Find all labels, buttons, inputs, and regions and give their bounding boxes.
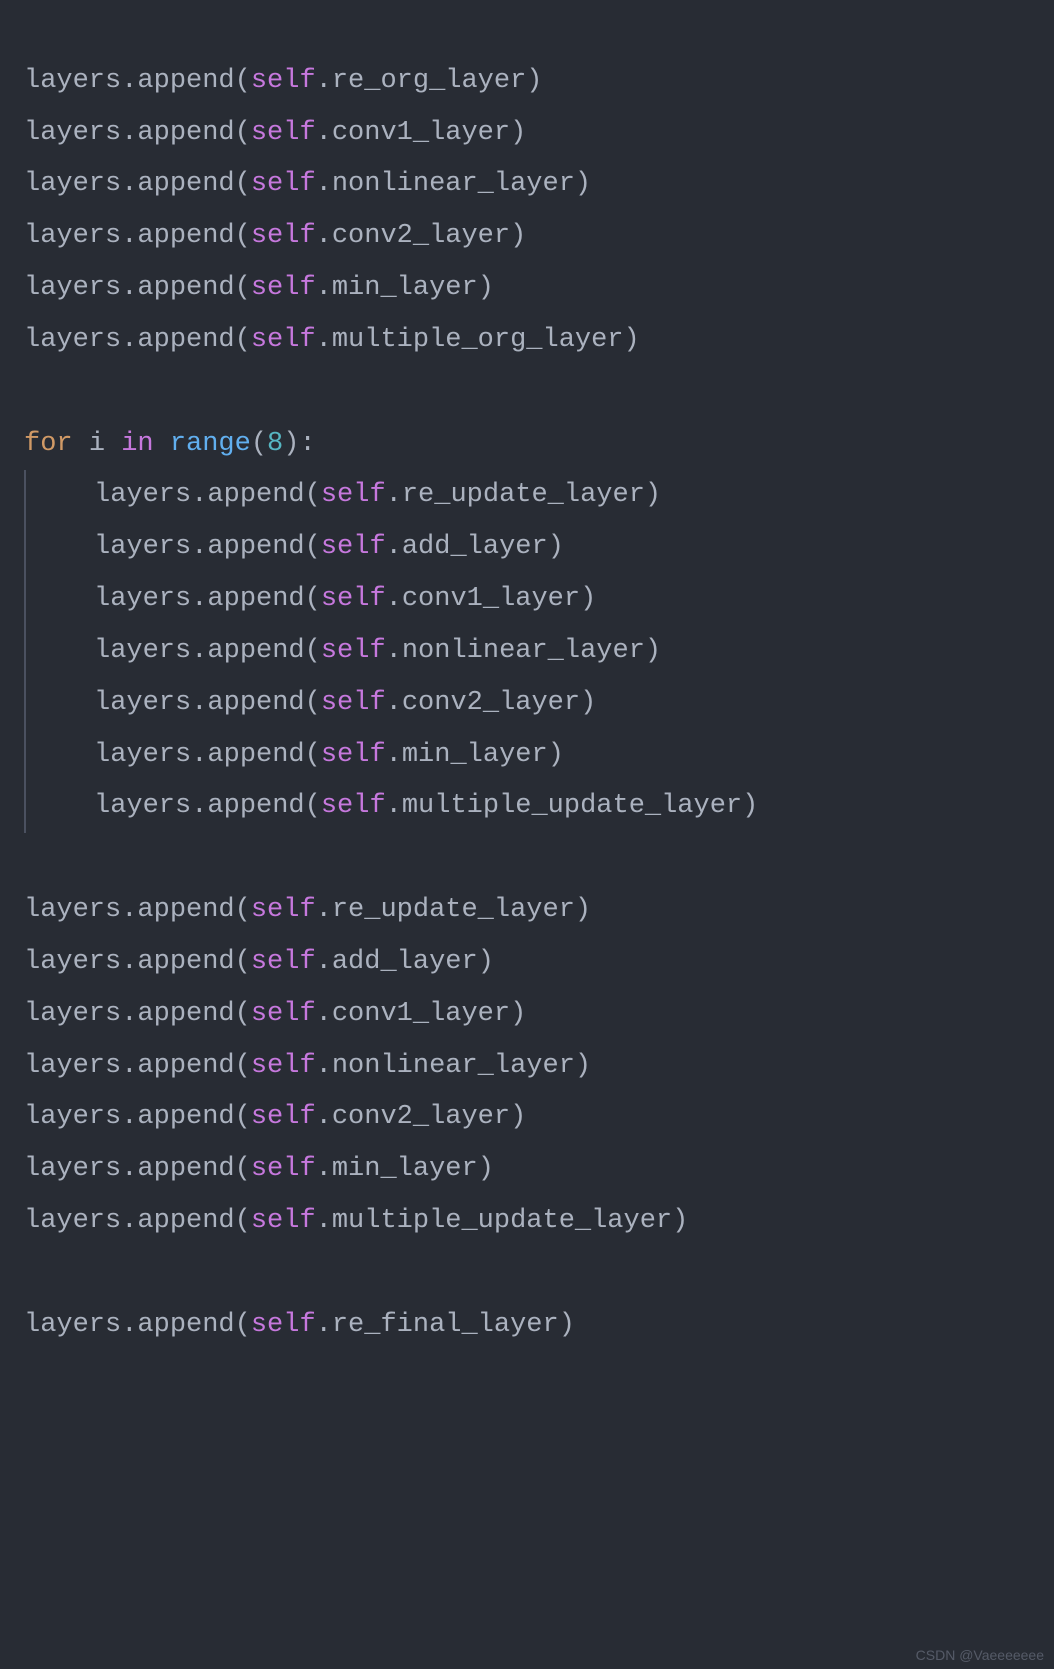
code-line: layers.append(self.multiple_update_layer… (94, 791, 758, 821)
code-line: layers.append(self.re_update_layer) (94, 480, 661, 510)
code-line: layers.append(self.conv2_layer) (24, 221, 526, 251)
code-line: layers.append(self.re_update_layer) (24, 895, 591, 925)
code-line: layers.append(self.nonlinear_layer) (94, 636, 661, 666)
code-line: layers.append(self.add_layer) (24, 947, 494, 977)
code-line: layers.append(self.add_layer) (94, 532, 564, 562)
watermark-text: CSDN @Vaeeeeeee (916, 1647, 1044, 1663)
code-line: layers.append(self.min_layer) (24, 273, 494, 303)
code-line: layers.append(self.multiple_update_layer… (24, 1206, 688, 1236)
keyword-self: self (251, 66, 316, 96)
keyword-in: in (121, 429, 153, 459)
code-line: layers.append(self.conv2_layer) (94, 688, 596, 718)
code-line: layers.append(self.nonlinear_layer) (24, 169, 591, 199)
code-line: layers.append(self.nonlinear_layer) (24, 1051, 591, 1081)
code-editor-view: layers.append(self.re_org_layer) layers.… (0, 0, 1054, 1352)
func-range: range (170, 429, 251, 459)
code-line: layers.append(self.conv1_layer) (94, 584, 596, 614)
code-line: layers.append(self.multiple_org_layer) (24, 325, 640, 355)
code-line: layers.append(self.conv2_layer) (24, 1102, 526, 1132)
code-line: layers.append(self.min_layer) (94, 740, 564, 770)
keyword-for: for (24, 429, 73, 459)
code-line: layers.append(self.min_layer) (24, 1154, 494, 1184)
code-line: layers.append(self.conv1_layer) (24, 118, 526, 148)
code-line-for: for i in range(8): (24, 429, 316, 459)
code-line: layers.append(self.conv1_layer) (24, 999, 526, 1029)
code-line: layers.append(self.re_org_layer) (24, 66, 543, 96)
loop-body: layers.append(self.re_update_layer) laye… (24, 470, 758, 833)
number-literal: 8 (267, 429, 283, 459)
code-line: layers.append(self.re_final_layer) (24, 1310, 575, 1340)
